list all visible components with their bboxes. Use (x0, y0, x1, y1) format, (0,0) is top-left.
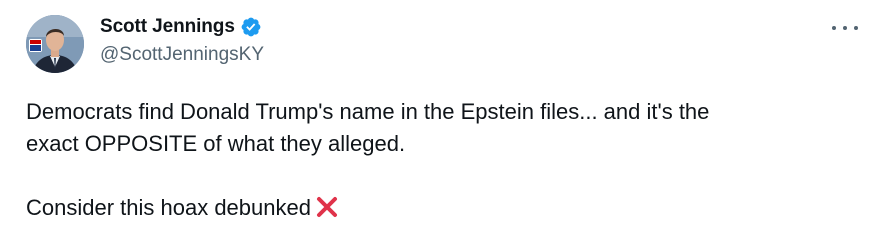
more-dot-icon (843, 26, 847, 30)
tweet: Scott Jennings @ScottJenningsKY Democrat… (0, 0, 882, 246)
verified-badge-icon[interactable] (240, 16, 262, 38)
tweet-line-3-wrap: Consider this hoax debunked (26, 192, 866, 224)
tweet-line-2: exact OPPOSITE of what they alleged. (26, 131, 406, 156)
handle[interactable]: @ScottJenningsKY (100, 44, 264, 66)
display-name[interactable]: Scott Jennings (100, 16, 235, 38)
profile-photo-icon (26, 15, 84, 73)
cross-mark-icon (315, 195, 339, 219)
more-options-button[interactable] (832, 18, 858, 38)
tweet-text: Democrats find Donald Trump's name in th… (26, 96, 866, 224)
tweet-line-1: Democrats find Donald Trump's name in th… (26, 99, 710, 124)
more-dot-icon (854, 26, 858, 30)
more-dot-icon (832, 26, 836, 30)
avatar[interactable] (26, 15, 84, 73)
tweet-header: Scott Jennings @ScottJenningsKY (100, 14, 264, 66)
tweet-line-3: Consider this hoax debunked (26, 195, 311, 220)
name-row: Scott Jennings (100, 14, 264, 40)
